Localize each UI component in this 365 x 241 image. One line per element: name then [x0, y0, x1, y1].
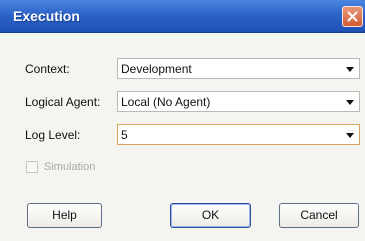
title-bar[interactable]: Execution [0, 0, 365, 33]
log-level-value: 5 [121, 128, 128, 142]
chevron-down-icon [346, 133, 354, 138]
log-level-select[interactable]: 5 [117, 124, 360, 145]
log-level-label: Log Level: [25, 128, 81, 142]
context-label: Context: [25, 62, 70, 76]
dialog-title: Execution [13, 8, 80, 24]
simulation-checkbox[interactable] [26, 161, 38, 173]
simulation-label: Simulation [44, 161, 96, 173]
close-button[interactable] [342, 6, 363, 27]
cancel-button[interactable]: Cancel [279, 203, 359, 228]
logical-agent-label: Logical Agent: [25, 95, 101, 109]
help-button[interactable]: Help [27, 203, 102, 228]
logical-agent-value: Local (No Agent) [121, 95, 211, 109]
logical-agent-select[interactable]: Local (No Agent) [117, 91, 360, 112]
chevron-down-icon [346, 100, 354, 105]
ok-button[interactable]: OK [170, 203, 251, 228]
context-select[interactable]: Development [117, 58, 360, 79]
close-icon [347, 11, 358, 22]
chevron-down-icon [346, 67, 354, 72]
context-value: Development [121, 62, 192, 76]
execution-dialog: Execution Context: Development Logical A… [0, 0, 365, 241]
